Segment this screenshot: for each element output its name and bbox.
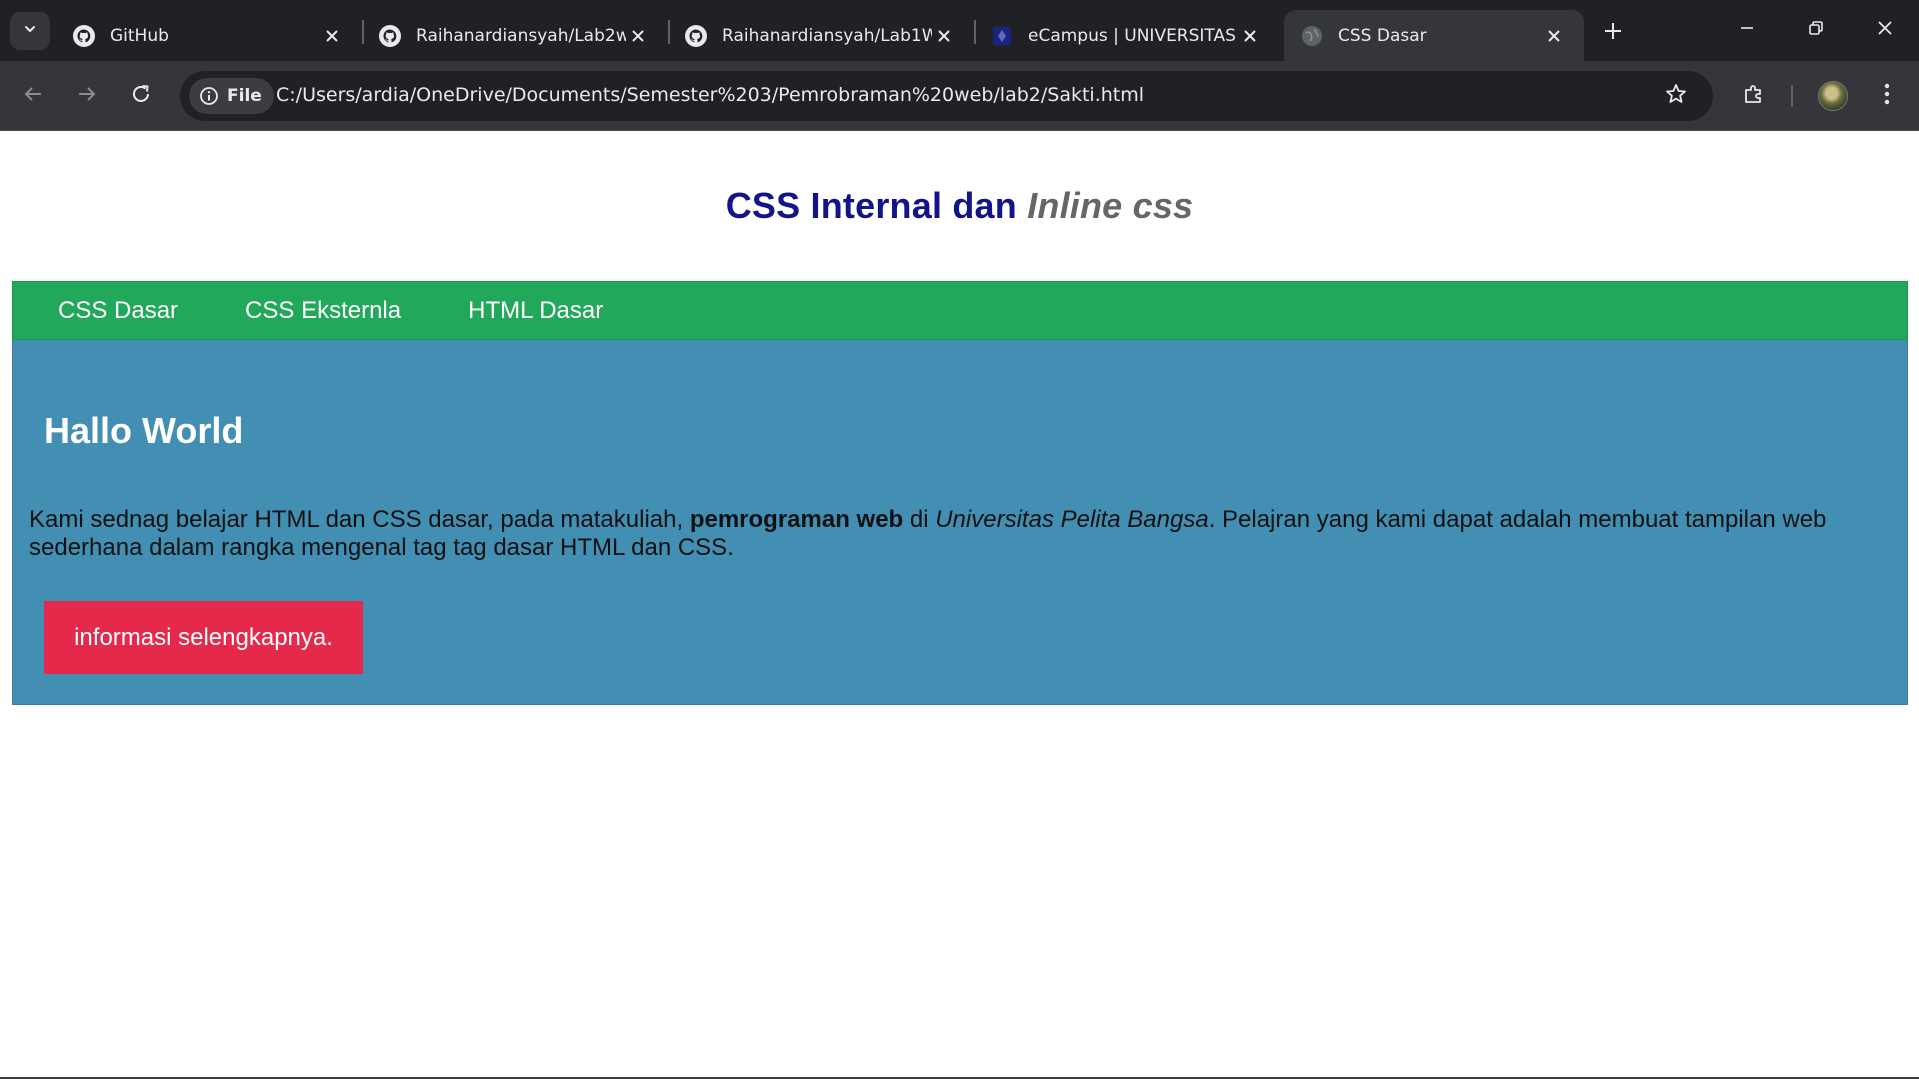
new-tab-button[interactable] (1596, 16, 1630, 50)
forward-button[interactable] (70, 79, 104, 113)
paragraph-text: Kami sednag belajar HTML dan CSS dasar, … (29, 506, 690, 533)
page-title-main: CSS Internal dan (725, 185, 1028, 226)
tab-title: Raihanardiansyah/Lab2w (416, 25, 626, 46)
ecampus-icon (990, 24, 1014, 48)
site-info-chip[interactable]: File (189, 78, 274, 114)
menu-button[interactable] (1869, 78, 1905, 114)
tab-lab2[interactable]: Raihanardiansyah/Lab2w (362, 10, 668, 61)
page-header: CSS Internal dan Inline css (0, 131, 1919, 281)
url-text[interactable]: C:/Users/ardia/OneDrive/Documents/Semest… (276, 84, 1144, 106)
hero-heading: Hallo World (44, 410, 244, 451)
kebab-menu-icon (1883, 82, 1891, 111)
nav-link-css-dasar[interactable]: CSS Dasar (58, 297, 178, 325)
close-icon[interactable] (1542, 24, 1566, 48)
browser-tabstrip: GitHub Raihanardiansyah/Lab2w Raihanardi… (0, 0, 1919, 61)
star-icon (1664, 82, 1688, 111)
info-icon (200, 87, 218, 105)
browser-toolbar: File C:/Users/ardia/OneDrive/Documents/S… (0, 61, 1919, 131)
paragraph-italic: Universitas Pelita Bangsa (935, 506, 1209, 533)
tab-search-button[interactable] (10, 12, 50, 50)
reload-button[interactable] (124, 79, 158, 113)
nav-link-html-dasar[interactable]: HTML Dasar (468, 297, 603, 325)
restore-icon (1807, 19, 1825, 42)
bookmark-button[interactable] (1661, 81, 1691, 111)
chevron-down-icon (22, 21, 38, 42)
extensions-button[interactable] (1736, 78, 1772, 114)
arrow-right-icon (76, 83, 98, 110)
tab-lab1[interactable]: Raihanardiansyah/Lab1W (668, 10, 974, 61)
tab-title: GitHub (110, 25, 169, 46)
github-icon (684, 24, 708, 48)
close-icon[interactable] (932, 24, 956, 48)
tab-github[interactable]: GitHub (56, 10, 362, 61)
restore-button[interactable] (1783, 10, 1849, 50)
hero-paragraph: Kami sednag belajar HTML dan CSS dasar, … (29, 506, 1889, 562)
tab-title: Raihanardiansyah/Lab1W (722, 25, 932, 46)
minimize-icon (1738, 19, 1756, 42)
github-icon (378, 24, 402, 48)
profile-avatar[interactable] (1818, 81, 1848, 111)
chip-label: File (227, 86, 262, 106)
close-icon[interactable] (1238, 24, 1262, 48)
close-icon[interactable] (320, 24, 344, 48)
minimize-button[interactable] (1714, 10, 1780, 50)
address-bar[interactable]: File C:/Users/ardia/OneDrive/Documents/S… (180, 71, 1713, 121)
globe-icon (1300, 24, 1324, 48)
close-icon[interactable] (626, 24, 650, 48)
page-title-italic: Inline css (1027, 185, 1194, 226)
tab-title: CSS Dasar (1338, 25, 1427, 46)
toolbar-separator (1791, 85, 1793, 107)
paragraph-bold: pemrograman web (689, 506, 904, 533)
more-info-button[interactable]: informasi selengkapnya. (44, 601, 363, 674)
main-nav: CSS Dasar CSS Eksternla HTML Dasar (12, 281, 1908, 340)
tab-css-dasar[interactable]: CSS Dasar (1284, 10, 1584, 61)
paragraph-text: di (903, 506, 936, 533)
github-icon (72, 24, 96, 48)
close-icon (1876, 19, 1894, 42)
plus-icon (1603, 21, 1623, 46)
nav-link-css-eksternla[interactable]: CSS Eksternla (245, 297, 401, 325)
tab-ecampus[interactable]: eCampus | UNIVERSITAS (974, 10, 1280, 61)
tab-title: eCampus | UNIVERSITAS (1028, 25, 1236, 46)
arrow-left-icon (22, 83, 44, 110)
puzzle-icon (1741, 81, 1767, 112)
reload-icon (130, 83, 152, 110)
hero-section: Hallo World Kami sednag belajar HTML dan… (12, 340, 1908, 705)
page-title: CSS Internal dan Inline css (726, 185, 1194, 227)
window-close-button[interactable] (1852, 10, 1918, 50)
back-button[interactable] (16, 79, 50, 113)
